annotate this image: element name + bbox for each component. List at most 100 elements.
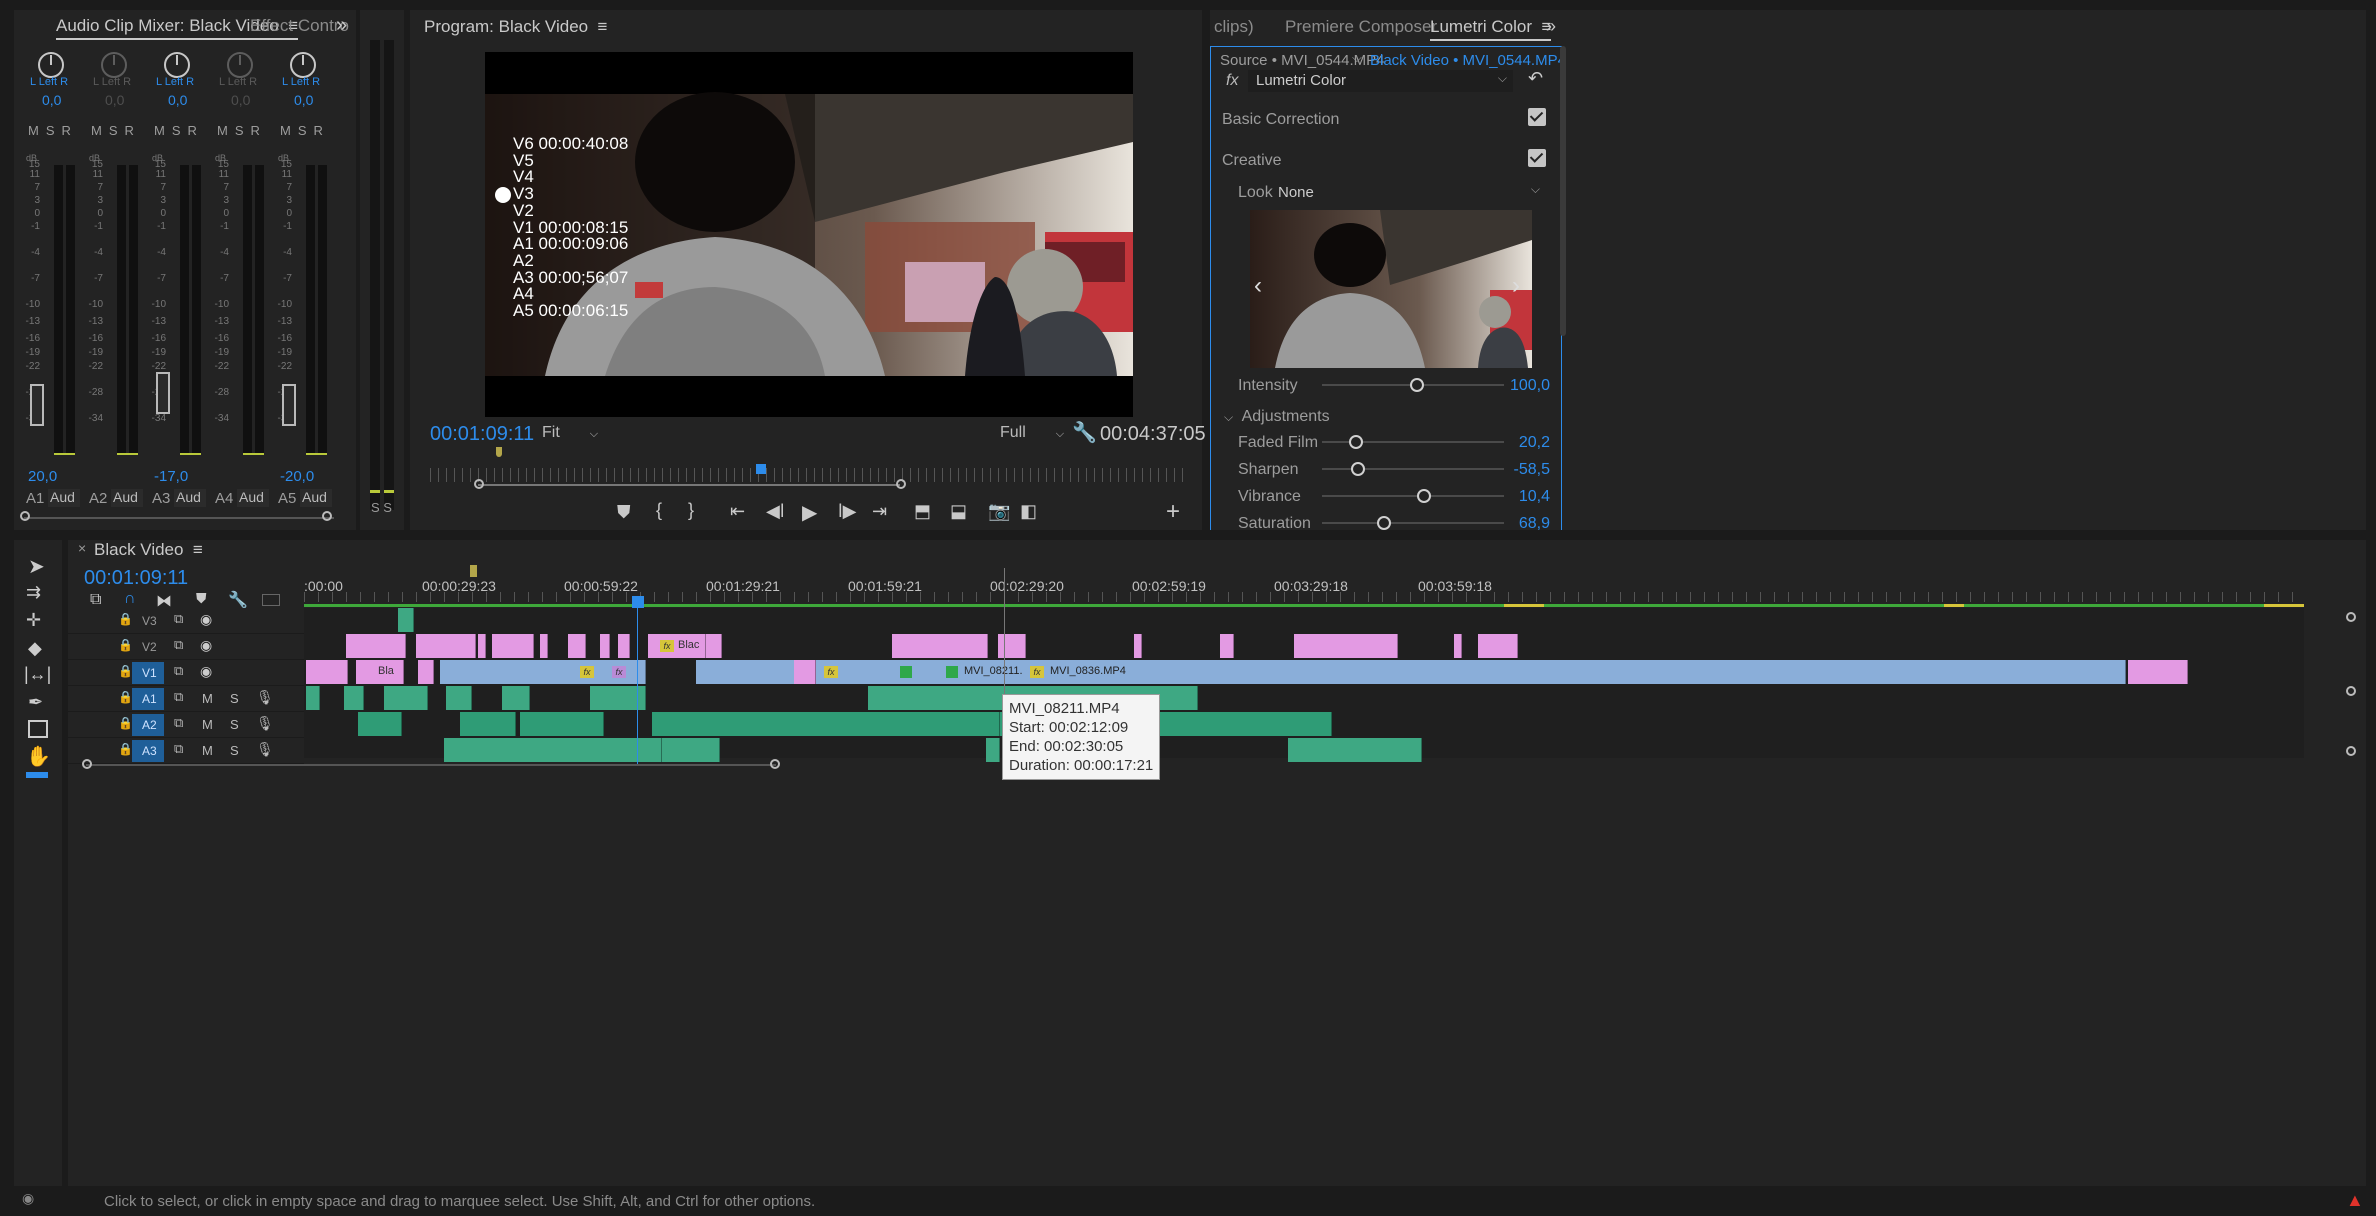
- add-marker-icon[interactable]: ⛊: [196, 590, 207, 607]
- volume-fader[interactable]: [156, 372, 170, 414]
- sync-lock-icon[interactable]: ⧉: [174, 637, 183, 653]
- pan-value[interactable]: 0,0: [294, 92, 313, 108]
- captions-icon[interactable]: [262, 594, 280, 606]
- tab-clips[interactable]: clips): [1214, 17, 1254, 37]
- clip-v2[interactable]: [568, 634, 586, 658]
- rectangle-tool-icon[interactable]: [28, 720, 48, 738]
- clip-v1-blue-b[interactable]: fx MVI_08211. fx MVI_0836.MP4: [696, 660, 2126, 684]
- microphone-icon[interactable]: 🎙: [256, 741, 274, 758]
- razor-tool-icon[interactable]: ◆: [28, 638, 42, 659]
- effect-controls-tab[interactable]: Effect Contro: [250, 16, 349, 36]
- clip-v2[interactable]: [1134, 634, 1142, 658]
- clip-v3[interactable]: [398, 608, 414, 632]
- slip-tool-icon[interactable]: |↔|: [24, 664, 51, 685]
- clip-v2-blac[interactable]: fx Blac: [648, 634, 706, 658]
- clip-a2[interactable]: [520, 712, 604, 736]
- lock-icon[interactable]: 🔒: [118, 742, 133, 756]
- timeline-playhead-head[interactable]: [632, 596, 644, 608]
- preview-prev-icon[interactable]: ‹: [1254, 272, 1262, 300]
- go-to-out-icon[interactable]: ⇥: [872, 501, 887, 522]
- creative-header[interactable]: Creative: [1222, 152, 1282, 170]
- tab-premiere-composer[interactable]: Premiere Composer: [1285, 17, 1437, 37]
- basic-correction-checkbox[interactable]: [1528, 108, 1546, 126]
- lock-icon[interactable]: 🔒: [118, 612, 133, 626]
- clip-a3[interactable]: [1288, 738, 1422, 762]
- slider-value[interactable]: 20,2: [1490, 434, 1550, 452]
- channel-type[interactable]: Aud: [111, 489, 143, 507]
- timeline-settings-wrench-icon[interactable]: 🔧: [228, 590, 248, 610]
- sync-lock-icon[interactable]: ⧉: [174, 715, 183, 731]
- clip-v1-pink[interactable]: [418, 660, 434, 684]
- compare-icon[interactable]: ◧: [1020, 501, 1037, 522]
- add-marker-icon[interactable]: ⛊: [617, 502, 631, 523]
- sync-lock-icon[interactable]: ⧉: [174, 663, 183, 679]
- monitor-playhead[interactable]: [756, 464, 766, 474]
- vscroll-video-handle-bottom[interactable]: [2346, 686, 2356, 696]
- clip-v2[interactable]: [998, 634, 1026, 658]
- creative-checkbox[interactable]: [1528, 149, 1546, 167]
- timeline-timecode[interactable]: 00:01:09:11: [84, 567, 188, 590]
- vscroll-audio-handle[interactable]: [2346, 746, 2356, 756]
- snap-magnet-icon[interactable]: ∩: [124, 590, 136, 608]
- clip-v2[interactable]: [540, 634, 548, 658]
- clip-v2[interactable]: [492, 634, 534, 658]
- adjustments-header[interactable]: ⌵ Adjustments: [1224, 408, 1330, 426]
- pan-knob[interactable]: [38, 52, 64, 78]
- pen-tool-icon[interactable]: ✒: [28, 692, 43, 713]
- zoom-end-handle[interactable]: [896, 479, 906, 489]
- slider-value[interactable]: 68,9: [1490, 515, 1550, 533]
- step-forward-icon[interactable]: ǀ▶: [838, 501, 857, 522]
- clip-v1-bla-a[interactable]: [306, 660, 348, 684]
- volume-fader[interactable]: [282, 384, 296, 426]
- clip-a2[interactable]: [460, 712, 516, 736]
- clip-a3[interactable]: [986, 738, 1000, 762]
- pan-value[interactable]: 0,0: [231, 92, 250, 108]
- look-dropdown[interactable]: None ⌵: [1274, 182, 1544, 204]
- clip-v2[interactable]: [892, 634, 988, 658]
- ruler-ticks[interactable]: [304, 592, 2304, 602]
- nest-toggle-icon[interactable]: ⧉: [90, 591, 101, 609]
- clip-a3[interactable]: [444, 738, 662, 762]
- clip-v2[interactable]: [618, 634, 630, 658]
- volume-value[interactable]: -20,0: [280, 468, 314, 485]
- eye-icon[interactable]: ◉: [200, 637, 212, 654]
- eye-icon[interactable]: ◉: [200, 611, 212, 628]
- extract-icon[interactable]: ⬓: [950, 501, 967, 522]
- clip-v1-bla[interactable]: Bla: [356, 660, 404, 684]
- clip-v1-blue-a[interactable]: fx fx: [440, 660, 646, 684]
- clip-a1[interactable]: [344, 686, 364, 710]
- mute-button[interactable]: M: [202, 717, 213, 732]
- go-to-in-icon[interactable]: ⇤: [730, 501, 745, 522]
- track-select-tool-icon[interactable]: ⇉: [26, 582, 41, 603]
- clip-a2[interactable]: [358, 712, 402, 736]
- slider-track[interactable]: [1322, 495, 1504, 497]
- clip-v2[interactable]: [346, 634, 406, 658]
- slider-thumb[interactable]: [1351, 462, 1366, 476]
- camera-icon[interactable]: 📷: [988, 501, 1010, 522]
- selection-tool-icon[interactable]: ➤: [28, 554, 45, 579]
- mark-out-icon[interactable]: }: [688, 500, 694, 521]
- clip-v2[interactable]: [1454, 634, 1462, 658]
- target-clip[interactable]: Black Video • MVI_0544.MP4: [1370, 52, 1566, 69]
- panel-overflow-icon[interactable]: »: [336, 14, 347, 37]
- pan-knob[interactable]: [164, 52, 190, 78]
- hand-tool-icon[interactable]: ✋: [26, 744, 51, 769]
- solo-button[interactable]: S: [230, 691, 239, 706]
- track-row-v2[interactable]: [68, 634, 304, 660]
- clip-a1[interactable]: [446, 686, 472, 710]
- timeline-playhead-line[interactable]: [637, 608, 638, 764]
- slider-value[interactable]: -58,5: [1490, 461, 1550, 479]
- mark-in-icon[interactable]: {: [656, 500, 662, 521]
- lock-icon[interactable]: 🔒: [118, 690, 133, 704]
- clip-v2[interactable]: [600, 634, 610, 658]
- clip-a2[interactable]: [986, 712, 1000, 736]
- fit-dropdown[interactable]: Fit ⌵: [542, 424, 598, 442]
- hscroll-start-handle[interactable]: [82, 759, 92, 769]
- program-timecode[interactable]: 00:01:09:11: [430, 423, 534, 446]
- volume-value[interactable]: -17,0: [154, 468, 188, 485]
- clip-v2[interactable]: [1220, 634, 1234, 658]
- intensity-value[interactable]: 100,0: [1490, 377, 1550, 395]
- preview-next-icon[interactable]: ›: [1512, 272, 1520, 300]
- mixer-scrollbar[interactable]: [24, 517, 334, 519]
- track-row-v1[interactable]: [68, 660, 304, 686]
